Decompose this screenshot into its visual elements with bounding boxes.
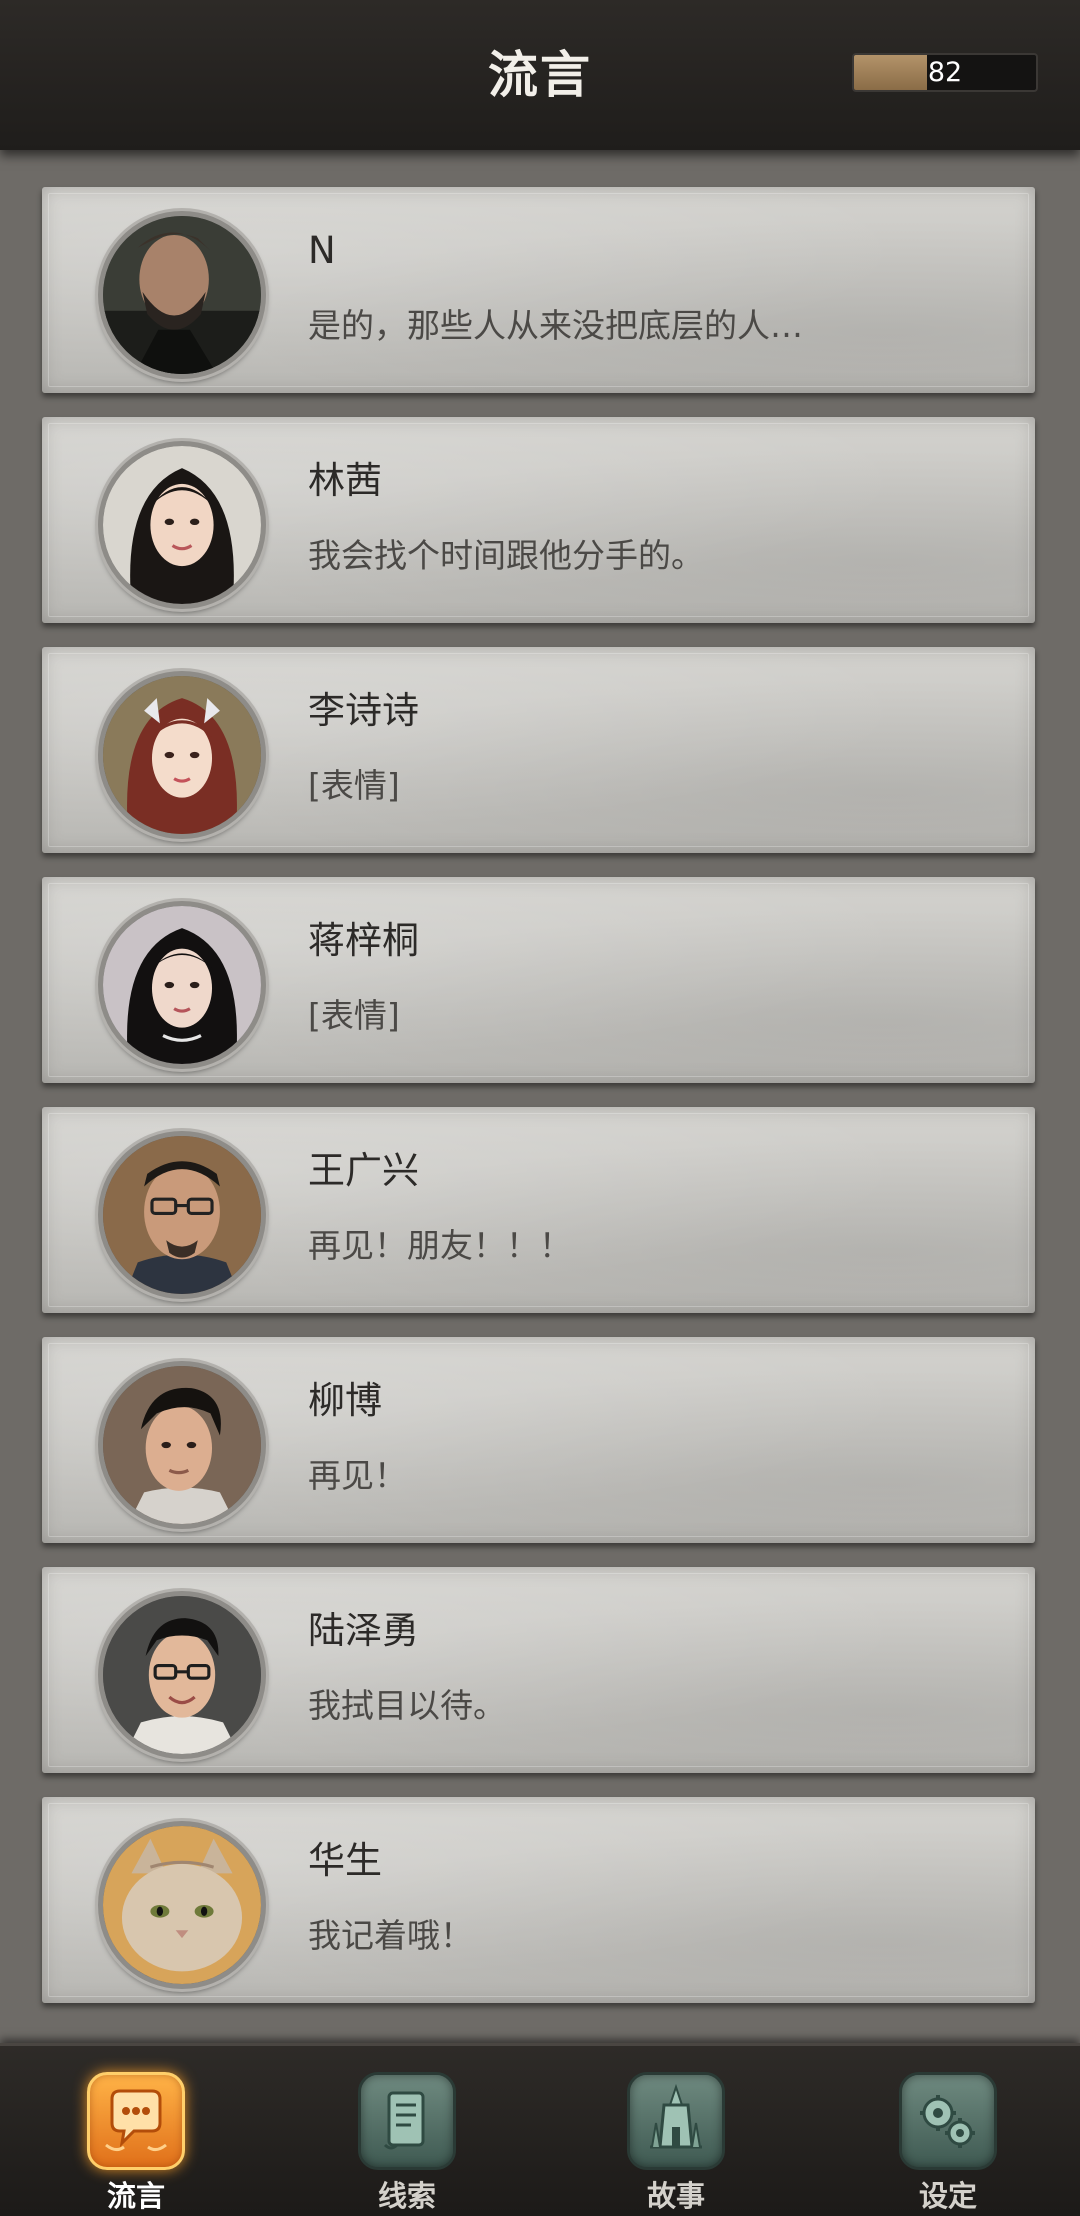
- rumor-meter: 82: [852, 53, 1038, 92]
- man-young-avatar: [98, 1361, 266, 1529]
- chat-bubble-icon: [87, 2072, 185, 2170]
- last-message: 再见！朋友！！！: [308, 1226, 572, 1265]
- contact-name: 李诗诗: [308, 689, 419, 732]
- contact-name: 华生: [308, 1839, 382, 1882]
- rumor-meter-value: 82: [927, 57, 963, 88]
- contact-name: 柳博: [308, 1379, 382, 1422]
- man-glasses-smiling-avatar: [98, 1591, 266, 1759]
- tab-rumors[interactable]: 流言: [71, 2072, 201, 2214]
- last-message: 我记着哦！: [308, 1916, 473, 1955]
- last-message: 我拭目以待。: [308, 1686, 506, 1725]
- conversation-item[interactable]: N 是的，那些人从来没把底层的人…: [42, 187, 1035, 393]
- scroll-icon: [358, 2072, 456, 2170]
- tab-label: 故事: [646, 2179, 705, 2213]
- woman-dark-hair-avatar: [98, 441, 266, 609]
- last-message: 是的，那些人从来没把底层的人…: [308, 306, 803, 345]
- man-bearded-avatar: [98, 211, 266, 379]
- conversation-item[interactable]: 林茜 我会找个时间跟他分手的。: [42, 417, 1035, 623]
- contact-name: 林茜: [308, 459, 382, 502]
- tab-clues[interactable]: 线索: [342, 2072, 472, 2214]
- contact-name: 陆泽勇: [308, 1609, 419, 1652]
- top-bar: 流言 82: [0, 0, 1080, 150]
- last-message: 再见！: [308, 1456, 407, 1495]
- contact-name: 王广兴: [308, 1149, 419, 1192]
- tab-label: 线索: [377, 2179, 436, 2213]
- contact-name: N: [308, 229, 336, 272]
- conversation-item[interactable]: 李诗诗 [表情]: [42, 647, 1035, 853]
- woman-black-hair-avatar: [98, 901, 266, 1069]
- last-message: [表情]: [308, 766, 400, 805]
- conversation-item[interactable]: 蒋梓桐 [表情]: [42, 877, 1035, 1083]
- last-message: [表情]: [308, 996, 400, 1035]
- conversation-item[interactable]: 陆泽勇 我拭目以待。: [42, 1567, 1035, 1773]
- tab-settings[interactable]: 设定: [883, 2072, 1013, 2214]
- conversation-item[interactable]: 柳博 再见！: [42, 1337, 1035, 1543]
- tab-label: 设定: [918, 2179, 977, 2213]
- conversation-item[interactable]: 华生 我记着哦！: [42, 1797, 1035, 2003]
- tab-label: 流言: [106, 2179, 165, 2213]
- gears-icon: [899, 2072, 997, 2170]
- conversation-item[interactable]: 王广兴 再见！朋友！！！: [42, 1107, 1035, 1313]
- conversation-list: N 是的，那些人从来没把底层的人… 林茜 我会找个时间跟他分手的。 李诗诗 [表…: [0, 187, 1080, 2027]
- bottom-tab-bar: 流言 线索 故事 设定: [0, 2043, 1080, 2216]
- tab-story[interactable]: 故事: [611, 2072, 741, 2214]
- contact-name: 蒋梓桐: [308, 919, 419, 962]
- man-glasses-avatar: [98, 1131, 266, 1299]
- last-message: 我会找个时间跟他分手的。: [308, 536, 704, 575]
- building-icon: [627, 2072, 725, 2170]
- cat-avatar: [98, 1821, 266, 1989]
- woman-red-hair-avatar: [98, 671, 266, 839]
